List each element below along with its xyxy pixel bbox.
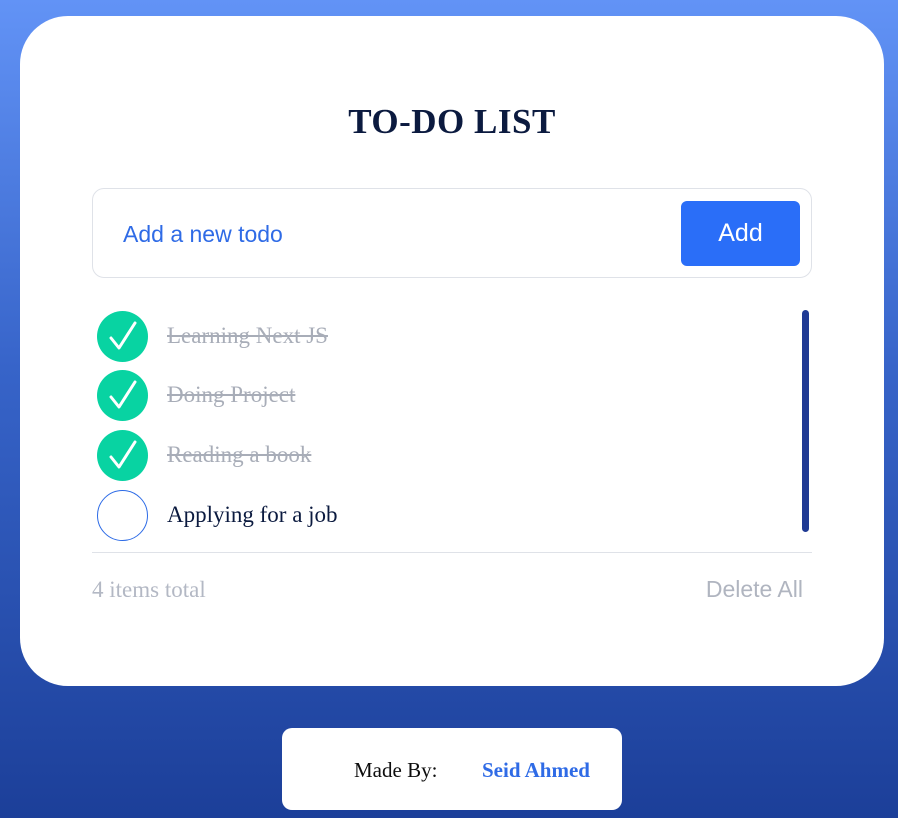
checkmark-icon — [109, 321, 136, 350]
todo-checkbox-unchecked[interactable] — [97, 489, 148, 541]
checkmark-icon — [109, 440, 136, 469]
todo-item: Doing Project — [97, 369, 737, 421]
add-button[interactable]: Add — [681, 201, 800, 266]
todo-item: Learning Next JS — [97, 310, 737, 362]
todo-checkbox-checked[interactable] — [97, 369, 148, 421]
new-todo-input[interactable] — [123, 217, 663, 251]
divider — [92, 552, 812, 553]
author-link[interactable]: Seid Ahmed — [482, 758, 590, 783]
new-todo-form: Add — [92, 188, 812, 278]
delete-all-button[interactable]: Delete All — [706, 576, 803, 603]
todo-checkbox-checked[interactable] — [97, 310, 148, 362]
credit-box: Made By: Seid Ahmed — [282, 728, 622, 810]
todo-list: Learning Next JS Doing Project Reading a… — [97, 310, 797, 541]
page-title: TO-DO LIST — [348, 102, 556, 141]
todo-card: TO-DO LIST Add Learning Next JS Doing Pr… — [20, 16, 884, 686]
items-total-count: 4 items total — [92, 577, 206, 602]
todo-item: Applying for a job — [97, 489, 737, 541]
todo-text: Applying for a job — [167, 502, 338, 527]
todo-item: Reading a book — [97, 429, 737, 481]
todo-text: Learning Next JS — [167, 323, 328, 348]
todo-text: Doing Project — [167, 382, 296, 407]
made-by-label: Made By: — [354, 758, 438, 782]
todo-checkbox-checked[interactable] — [97, 429, 148, 481]
checkmark-icon — [109, 380, 136, 409]
todo-text: Reading a book — [167, 442, 312, 467]
list-scrollbar[interactable] — [802, 310, 809, 532]
